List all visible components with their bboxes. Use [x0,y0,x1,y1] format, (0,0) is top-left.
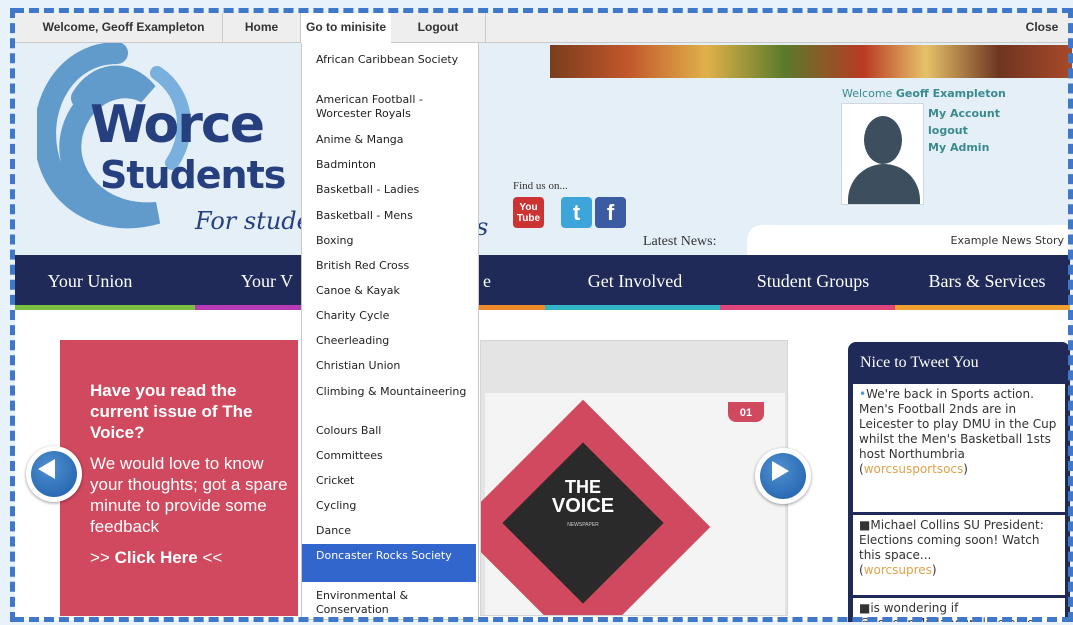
minisite-menu-item[interactable]: Boxing [302,234,478,248]
slideshow-prev-button[interactable] [26,446,82,502]
nav-partial-item[interactable]: e [477,255,497,305]
tweet-handle-link[interactable]: worcsusportsocs [864,462,964,476]
slide-body: We would love to know your thoughts; got… [90,454,288,536]
arrow-right-icon [772,461,789,481]
my-admin-link[interactable]: My Admin [928,141,989,154]
avatar [841,103,924,205]
slide-cta-prefix: >> [90,548,115,567]
nav-bars-services[interactable]: Bars & Services [907,255,1067,305]
minisite-menu-item[interactable]: Anime & Manga [302,133,478,147]
youtube-icon[interactable]: You Tube [513,197,544,228]
latest-news-box: Example News Story [747,225,1070,255]
minisite-menu-item[interactable]: Basketball - Mens [302,209,478,223]
slide-cta-link[interactable]: Click Here [115,548,198,567]
minisite-menu-item-selected[interactable]: Doncaster Rocks Society [302,544,476,582]
avatar-head [864,116,902,164]
facebook-icon[interactable]: f [595,197,626,228]
tweet-avatar-icon: ■ [859,601,871,615]
main-nav: Your Union Your V e Get Involved Student… [15,255,1070,310]
magazine-cover-image[interactable]: 01 THE VOICE NEWSPAPER [480,340,788,616]
nav-student-groups[interactable]: Student Groups [733,255,893,305]
minisite-menu-item[interactable]: Charity Cycle [302,309,478,323]
admin-bar-minisite-menu[interactable]: Go to minisite [301,13,391,43]
minisite-menu-item[interactable]: Cycling [302,499,478,513]
tweet-handle-close: ) [963,462,968,476]
tweet-handle-close: ) [931,563,937,577]
minisite-menu-item[interactable]: African Caribbean Society [302,53,478,67]
slide-cta-suffix: << [197,548,223,567]
logo-text-line2[interactable]: Students [100,153,286,197]
latest-news-story-link[interactable]: Example News Story [951,234,1065,247]
tweet-item: ■Michael Collins SU President: Elections… [853,515,1065,595]
tweet-item: •We're back in Sports action. Men's Foot… [853,384,1065,512]
main-content: Have you read the current issue of The V… [15,310,1070,622]
header-banner-image [550,45,1072,78]
minisite-menu-item[interactable]: Colours Ball [302,424,478,438]
minisite-menu-item[interactable]: Cheerleading [302,334,478,348]
avatar-body [848,164,920,204]
minisite-menu-item[interactable]: Basketball - Ladies [302,183,478,197]
minisite-menu-item[interactable]: American Football - Worcester Royals [302,93,478,121]
user-name: Geoff Exampleton [895,87,1006,100]
tweet-text: We're back in Sports action. Men's Footb… [859,387,1057,461]
tweet-avatar-icon: ■ [859,518,871,532]
arrow-left-icon [38,459,55,479]
nav-get-involved[interactable]: Get Involved [555,255,715,305]
logo-text-line1[interactable]: Worce [90,95,265,155]
magazine-issue-tag: 01 [728,402,764,422]
tweet-item: ■is wondering if @LondonMidland will be … [853,598,1065,622]
find-us-label: Find us on... [513,180,568,192]
nav-your-union[interactable]: Your Union [15,255,165,305]
twitter-widget-heading: Nice to Tweet You [860,354,979,371]
admin-bar-logout[interactable]: Logout [391,13,486,43]
minisite-menu-item[interactable]: Badminton [302,158,478,172]
admin-bar-welcome[interactable]: Welcome, Geoff Exampleton [25,13,223,43]
my-account-link[interactable]: My Account [928,107,1000,120]
user-welcome-label: Welcome [842,87,893,100]
twitter-widget: Nice to Tweet You •We're back in Sports … [848,342,1070,622]
tweet-handle-link[interactable]: worcsupres [864,563,932,577]
minisite-menu-item[interactable]: Cricket [302,474,478,488]
slide-heading: Have you read the current issue of The V… [90,381,253,442]
site-header: Worce Students For stude s Find us on...… [15,43,1072,255]
slideshow-next-button[interactable] [755,448,811,504]
minisite-dropdown: African Caribbean Society American Footb… [301,43,479,620]
admin-bar-home[interactable]: Home [223,13,301,43]
minisite-menu-item[interactable]: Environmental & Conservation [302,589,478,617]
tweet-text: is wondering if @LondonMidland will be a… [859,601,1034,622]
slideshow-panel[interactable]: Have you read the current issue of The V… [60,340,298,616]
twitter-icon[interactable]: t [561,197,592,228]
magazine-title-the: THE [565,477,601,497]
admin-bar: Welcome, Geoff Exampleton Home Go to min… [15,13,1070,43]
logo-tagline: For stude [195,207,311,235]
magazine-subtitle: NEWSPAPER [567,522,599,528]
minisite-menu-item[interactable]: Canoe & Kayak [302,284,478,298]
minisite-menu-item[interactable]: Climbing & Mountaineering [302,385,478,399]
browser-viewport: Worce Students For stude s Find us on...… [0,0,1073,625]
slide-cta[interactable]: >> Click Here << [90,548,222,568]
nav-your-voice[interactable]: Your V [227,255,307,305]
minisite-menu-item[interactable]: British Red Cross [302,259,478,273]
minisite-menu-item[interactable]: Dance [302,524,478,538]
minisite-menu-item[interactable]: Committees [302,449,478,463]
admin-bar-close[interactable]: Close [1022,13,1062,43]
tweet-text: Michael Collins SU President: Elections … [859,518,1044,562]
user-welcome: Welcome Geoff Exampleton [842,87,1006,100]
minisite-menu-item[interactable]: Christian Union [302,359,478,373]
latest-news-label: Latest News: [643,234,717,249]
magazine-title-voice: VOICE [551,495,615,517]
user-logout-link[interactable]: logout [928,124,968,137]
